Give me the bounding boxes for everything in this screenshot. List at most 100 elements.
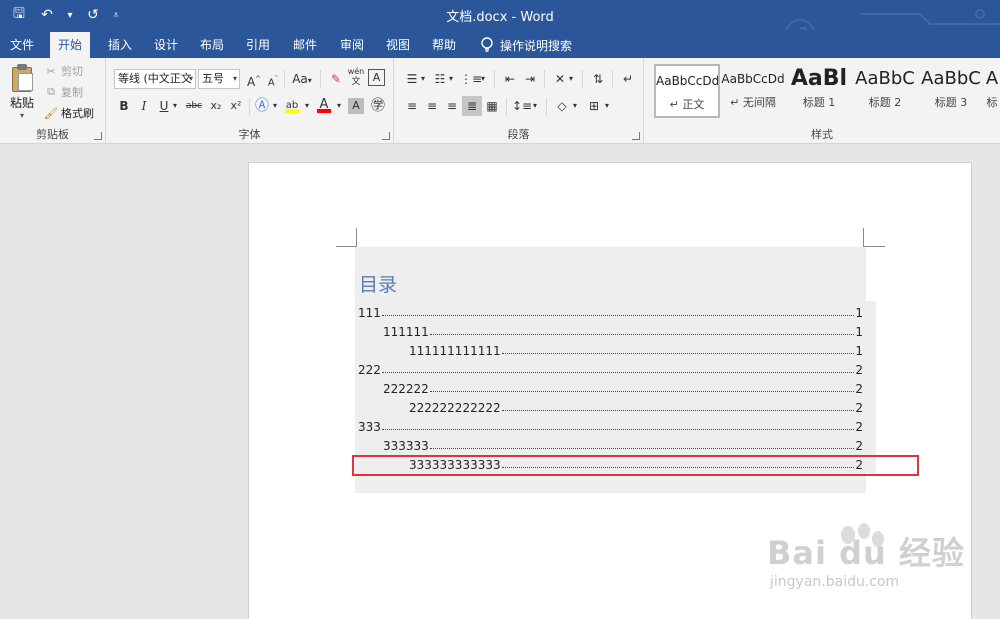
grow-font-button[interactable]: A^ [244,69,264,89]
enclose-characters-icon[interactable]: ㊫ [368,96,388,116]
show-marks-icon[interactable]: ↵ [618,69,638,89]
shrink-font-button[interactable]: Aˇ [263,69,283,89]
multilevel-list-icon[interactable]: ⋮≡ [460,69,482,89]
toc-entry-page: 2 [855,363,863,377]
chevron-down-icon[interactable]: ▾ [270,96,280,116]
font-size-value: 五号 [202,72,224,85]
style-sample: AaBbCcDd [721,72,785,86]
style-heading-2[interactable]: AaBbC 标题 2 [852,64,918,118]
tab-review[interactable]: 审阅 [332,32,372,58]
style-sample: AaBbC [921,68,981,89]
margin-corner-top-left [336,228,357,247]
chevron-down-icon[interactable]: ▾ [602,96,612,116]
chevron-down-icon[interactable]: ▾ [566,69,576,89]
font-size-combo[interactable]: 五号 ▾ [198,69,240,89]
style-name: 标 [986,96,998,109]
chevron-down-icon[interactable]: ▾ [302,96,312,116]
toc-entry-page: 1 [855,306,863,320]
clipboard-group: 粘贴 ▾ ✂ 剪切 ⧉ 复制 🖌 格式刷 剪贴板 [0,58,106,144]
toc-entry[interactable]: 222222222222 2 [409,397,863,415]
tab-references[interactable]: 引用 [238,32,278,58]
toc-entry[interactable]: 111 1 [358,302,863,320]
phonetic-guide-button[interactable]: wén 文 [346,67,366,87]
tab-file[interactable]: 文件 [2,32,42,58]
font-color-button[interactable]: A [314,94,334,114]
toc-entry[interactable]: 222 2 [358,359,863,377]
font-name-combo[interactable]: 等线 (中文正文 ▾ [114,69,196,89]
superscript-button[interactable]: x² [226,96,246,116]
tell-me-search[interactable]: 操作说明搜索 [480,32,572,58]
font-group: 等线 (中文正文 ▾ 五号 ▾ A^ Aˇ Aa▾ ✎ wén 文 A B I U… [106,58,394,144]
tab-layout[interactable]: 布局 [192,32,232,58]
tab-help[interactable]: 帮助 [424,32,464,58]
tab-home[interactable]: 开始 [50,32,91,58]
character-border-icon[interactable]: A [368,69,385,86]
lightbulb-icon [481,37,493,52]
bold-button[interactable]: B [114,96,134,116]
style-title-partial[interactable]: A 标 [984,64,1000,118]
toc-entry[interactable]: 111111111111 1 [409,340,863,358]
chevron-down-icon[interactable]: ▾ [570,96,580,116]
line-spacing-icon[interactable]: ↕≡ [512,96,532,116]
character-shading-icon[interactable]: A [348,98,364,114]
clipboard-icon [10,64,34,92]
change-case-button[interactable]: Aa▾ [288,69,316,89]
toc-entry[interactable]: 333333 2 [383,435,863,453]
clipboard-launcher-icon[interactable] [94,132,102,140]
toc-entry[interactable]: 333 2 [358,416,863,434]
paste-dropdown-icon[interactable]: ▾ [6,111,38,120]
chevron-down-icon[interactable]: ▾ [446,69,456,89]
align-right-icon[interactable]: ≡ [442,96,462,116]
chevron-down-icon[interactable]: ▾ [530,96,540,116]
style-no-spacing[interactable]: AaBbCcDd ↵ 无间隔 [720,64,786,118]
chevron-down-icon[interactable]: ▾ [334,96,344,116]
align-center-icon[interactable]: ≡ [422,96,442,116]
tab-design[interactable]: 设计 [146,32,186,58]
paste-button[interactable]: 粘贴 ▾ [6,62,38,122]
cut-button[interactable]: ✂ 剪切 [44,62,83,80]
chevron-down-icon[interactable]: ▾ [478,69,488,89]
toc-entry[interactable]: 111111 1 [383,321,863,339]
shading-icon[interactable]: ◇ [552,96,572,116]
chevron-down-icon[interactable]: ▾ [418,69,428,89]
paragraph-launcher-icon[interactable] [632,132,640,140]
format-painter-button[interactable]: 🖌 格式刷 [44,104,94,122]
style-normal[interactable]: AaBbCcDd ↵ 正文 [654,64,720,118]
scissors-icon: ✂ [46,64,56,78]
align-left-icon[interactable]: ≡ [402,96,422,116]
distributed-icon[interactable]: ▦ [482,96,502,116]
copy-icon: ⧉ [47,85,55,98]
toc-entry[interactable]: 222222 2 [383,378,863,396]
style-sample: A [985,68,999,89]
toc-entry-page: 2 [855,420,863,434]
increase-indent-icon[interactable]: ⇥ [520,69,540,89]
justify-icon[interactable]: ≣ [462,96,482,116]
style-heading-1[interactable]: AaBl 标题 1 [786,64,852,118]
strikethrough-button[interactable]: abc [182,96,206,116]
toc-title: 目录 [359,274,398,296]
font-color-swatch [317,109,331,113]
toc-leader-dots [429,334,855,335]
underline-dropdown-icon[interactable]: ▾ [170,96,180,116]
style-heading-3[interactable]: AaBbC 标题 3 [918,64,984,118]
subscript-button[interactable]: x₂ [206,96,226,116]
style-name: 标题 1 [802,96,836,109]
italic-button[interactable]: I [134,96,154,116]
clear-formatting-icon[interactable]: ✎ [326,69,346,89]
sort-icon[interactable]: ⇅ [588,69,608,89]
paintbrush-icon: 🖌 [44,106,58,120]
tab-view[interactable]: 视图 [378,32,418,58]
toc-entry-page: 2 [855,439,863,453]
text-effects-icon[interactable]: Ⓐ [252,96,272,116]
toc-entry-text: 222 [358,363,381,377]
highlight-color-button[interactable]: ab [282,94,302,114]
font-group-label: 字体 [238,128,261,141]
font-launcher-icon[interactable] [382,132,390,140]
toc-leader-dots [381,372,855,373]
copy-button[interactable]: ⧉ 复制 [44,83,83,101]
tab-insert[interactable]: 插入 [100,32,140,58]
tab-mailings[interactable]: 邮件 [285,32,325,58]
decrease-indent-icon[interactable]: ⇤ [500,69,520,89]
borders-icon[interactable]: ⊞ [584,96,604,116]
watermark-brand: Bai du 经验 [767,534,965,572]
